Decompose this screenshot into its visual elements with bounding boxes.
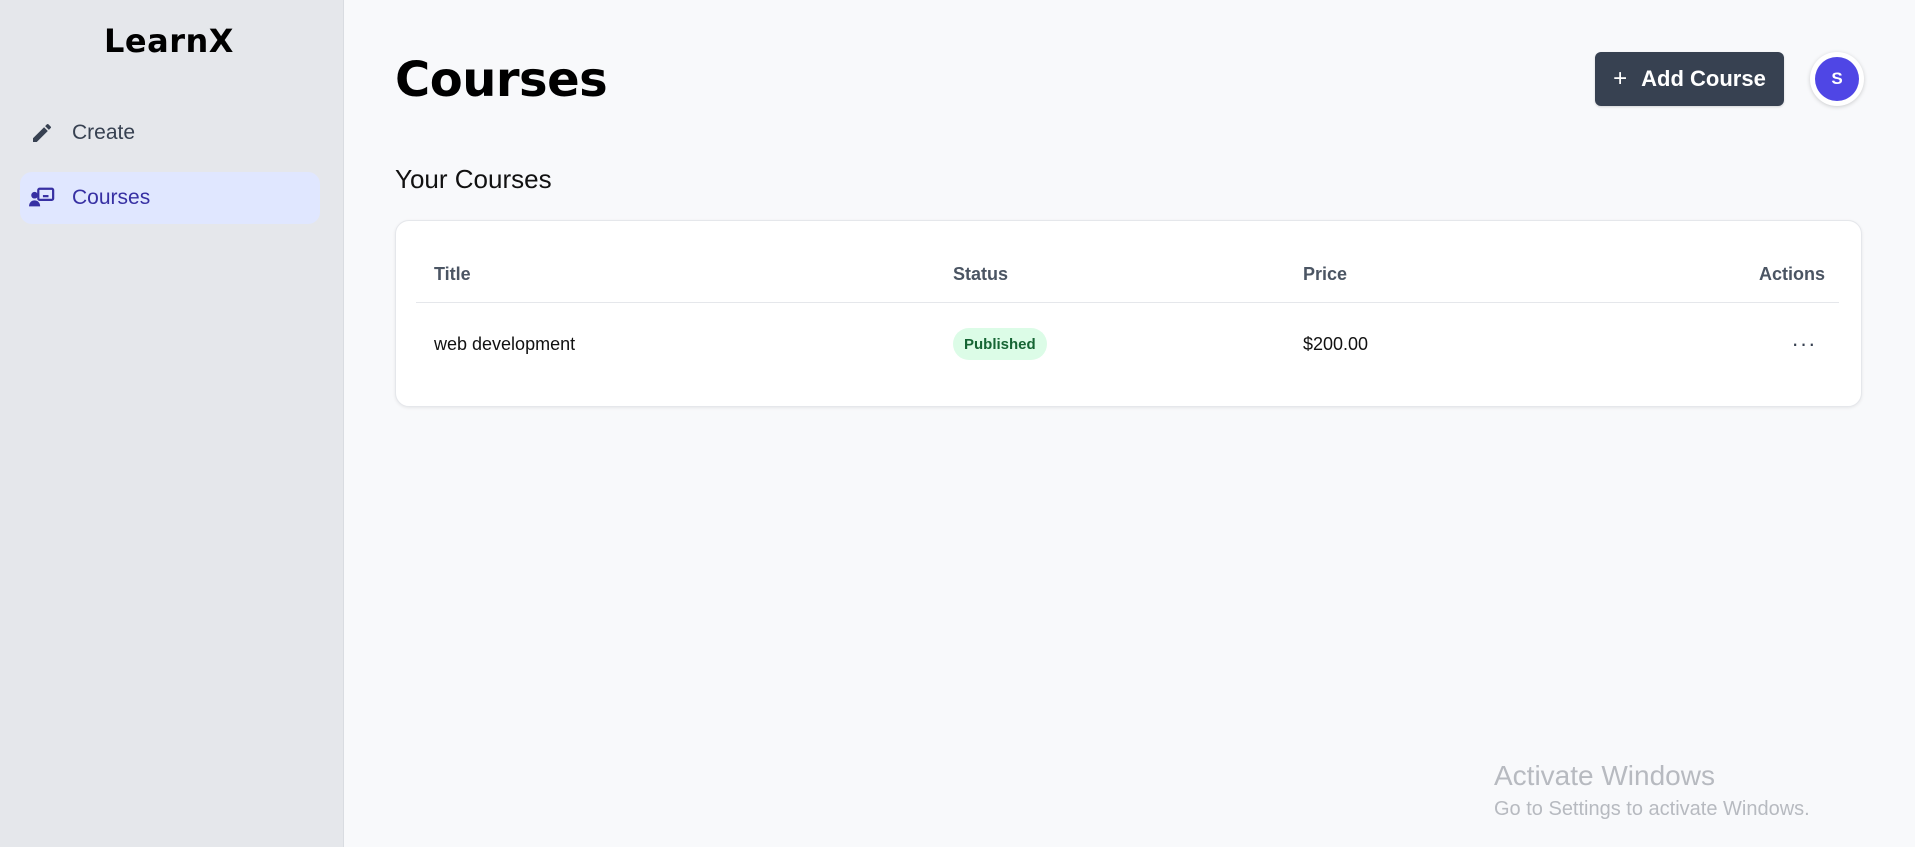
page-title: Courses [395,52,608,108]
column-header-title[interactable]: Title [434,264,471,285]
column-header-status[interactable]: Status [953,264,1008,285]
column-header-actions: Actions [1758,264,1825,284]
status-badge: Published [953,328,1047,360]
pencil-icon [29,120,55,146]
courses-table: Title Status Price Actions web developme… [395,220,1862,407]
watermark-title: Activate Windows [1494,760,1715,791]
add-course-button[interactable]: + Add Course [1595,52,1784,106]
course-title-cell[interactable]: web development [434,334,575,355]
section-title: Your Courses [395,164,552,194]
add-course-label: Add Course [1641,66,1766,91]
divider [416,302,1839,303]
more-actions-icon[interactable]: ··· [1787,327,1821,361]
sidebar-item-create[interactable]: Create [20,107,320,159]
watermark-subtitle: Go to Settings to activate Windows. [1494,798,1810,820]
avatar-initial: S [1815,57,1859,101]
plus-icon: + [1613,65,1628,92]
sidebar: LearnX Create Courses [0,0,344,847]
course-price-cell: $200.00 [1303,334,1369,354]
teacher-board-icon [29,185,55,211]
main-content: Courses + Add Course S Your Courses Titl… [345,0,1915,847]
column-header-price[interactable]: Price [1303,264,1347,285]
app: LearnX Create Courses Courses + Add Cour… [0,0,1915,847]
avatar[interactable]: S [1810,52,1864,106]
sidebar-item-courses[interactable]: Courses [20,172,320,224]
sidebar-item-label: Courses [72,186,151,209]
sidebar-item-label: Create [72,121,136,144]
app-logo: LearnX [104,22,234,60]
windows-activation-watermark: Activate Windows Go to Settings to activ… [1494,760,1810,821]
